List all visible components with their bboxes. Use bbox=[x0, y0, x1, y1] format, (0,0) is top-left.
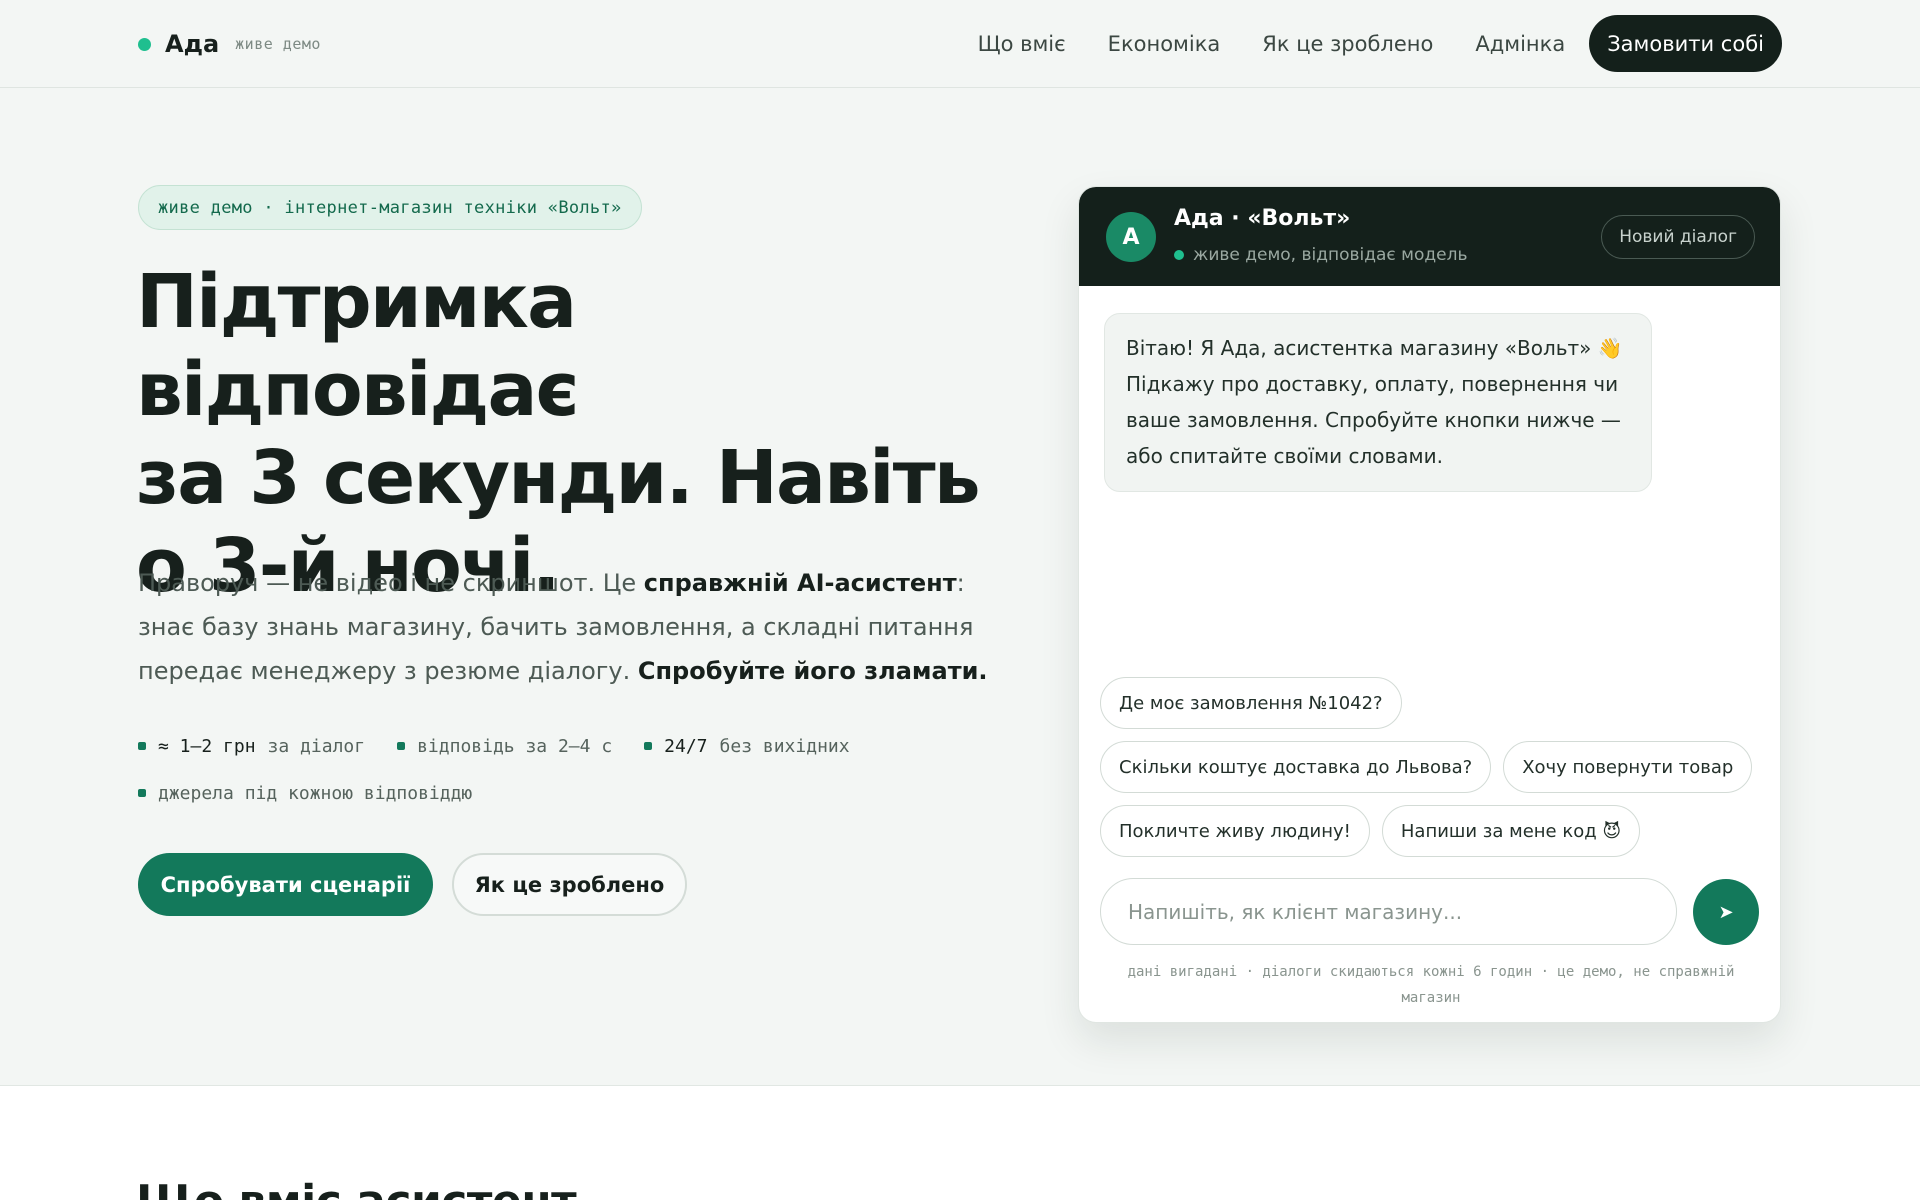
bullet-icon bbox=[138, 789, 146, 797]
suggestion-chip-delivery-cost[interactable]: Скільки коштує доставка до Львова? bbox=[1100, 741, 1492, 793]
brand[interactable]: Ада живе демо bbox=[138, 28, 321, 60]
assistant-message: Вітаю! Я Ада, асистентка магазину «Вольт… bbox=[1104, 313, 1652, 492]
nav-link-features[interactable]: Що вміє bbox=[978, 32, 1066, 56]
feature-availability: 24/7 без вихідних bbox=[644, 736, 850, 757]
new-dialog-button[interactable]: Новий діалог bbox=[1601, 215, 1755, 259]
lead-strong-1: справжній AI-асистент bbox=[643, 569, 957, 597]
suggestion-chip-order-status[interactable]: Де моє замовлення №1042? bbox=[1100, 677, 1402, 729]
send-icon[interactable]: ➤ bbox=[1693, 879, 1759, 945]
suggestion-chip-return[interactable]: Хочу повернути товар bbox=[1503, 741, 1753, 793]
brand-tag: живе демо bbox=[235, 35, 321, 53]
suggestion-chips: Де моє замовлення №1042? Скільки коштує … bbox=[1100, 677, 1770, 869]
bullet-icon bbox=[138, 742, 146, 750]
chat-header: А Ада · «Вольт» живе демо, відповідає мо… bbox=[1079, 187, 1780, 286]
demo-pill: живе демо · інтернет-магазин техніки «Во… bbox=[138, 185, 642, 230]
feature-cost: ≈ 1–2 грн за діалог bbox=[138, 736, 365, 757]
feature-speed: відповідь за 2–4 с bbox=[397, 736, 612, 757]
nav-link-admin[interactable]: Адмінка bbox=[1475, 32, 1565, 56]
main-nav: Що вміє Економіка Як це зроблено Адмінка… bbox=[936, 15, 1782, 72]
suggestion-chip-code[interactable]: Напиши за мене код 😈 bbox=[1381, 805, 1641, 857]
brand-name: Ада bbox=[165, 30, 220, 58]
chat-disclaimer: дані вигадані · діалоги скидаються кожні… bbox=[1127, 964, 1735, 1006]
feature-sources: джерела під кожною відповіддю bbox=[138, 783, 472, 804]
features-section: Що вміє асистент bbox=[0, 1085, 1920, 1200]
feature-list: ≈ 1–2 грн за діалог відповідь за 2–4 с 2… bbox=[138, 731, 998, 825]
nav-link-economics[interactable]: Економіка bbox=[1108, 32, 1221, 56]
lead-text-1: Праворуч — не відео і не скриншот. Це bbox=[138, 569, 644, 597]
hero-lead: Праворуч — не відео і не скриншот. Це сп… bbox=[138, 561, 1018, 693]
order-button[interactable]: Замовити собі bbox=[1589, 15, 1782, 72]
bullet-icon bbox=[397, 742, 406, 750]
chat-status: живе демо, відповідає модель bbox=[1174, 245, 1467, 265]
top-navbar: Ада живе демо Що вміє Економіка Як це зр… bbox=[0, 0, 1920, 88]
chat-title: Ада · «Вольт» bbox=[1174, 206, 1351, 231]
suggestion-chip-human[interactable]: Покличте живу людину! bbox=[1100, 805, 1370, 857]
avatar: А bbox=[1106, 212, 1156, 262]
chat-input[interactable] bbox=[1100, 878, 1677, 945]
status-dot-icon bbox=[138, 37, 151, 51]
hero-headline: Підтримка відповідає за 3 секунди. Навіт… bbox=[136, 258, 1016, 610]
bullet-icon bbox=[644, 742, 653, 750]
nav-link-how-built[interactable]: Як це зроблено bbox=[1262, 32, 1433, 56]
chat-status-text: живе демо, відповідає модель bbox=[1193, 245, 1468, 265]
how-built-button[interactable]: Як це зроблено bbox=[452, 853, 687, 916]
try-scenarios-button[interactable]: Спробувати сценарії bbox=[138, 853, 433, 916]
chat-widget: А Ада · «Вольт» живе демо, відповідає мо… bbox=[1078, 186, 1781, 1023]
headline-line-2: за 3 секунди. Навіть bbox=[136, 435, 981, 521]
section-title: Що вміє асистент bbox=[136, 1176, 577, 1200]
lead-strong-2: Спробуйте його зламати. bbox=[637, 657, 988, 685]
online-dot-icon bbox=[1174, 250, 1184, 260]
headline-line-1: Підтримка відповідає bbox=[136, 259, 579, 433]
